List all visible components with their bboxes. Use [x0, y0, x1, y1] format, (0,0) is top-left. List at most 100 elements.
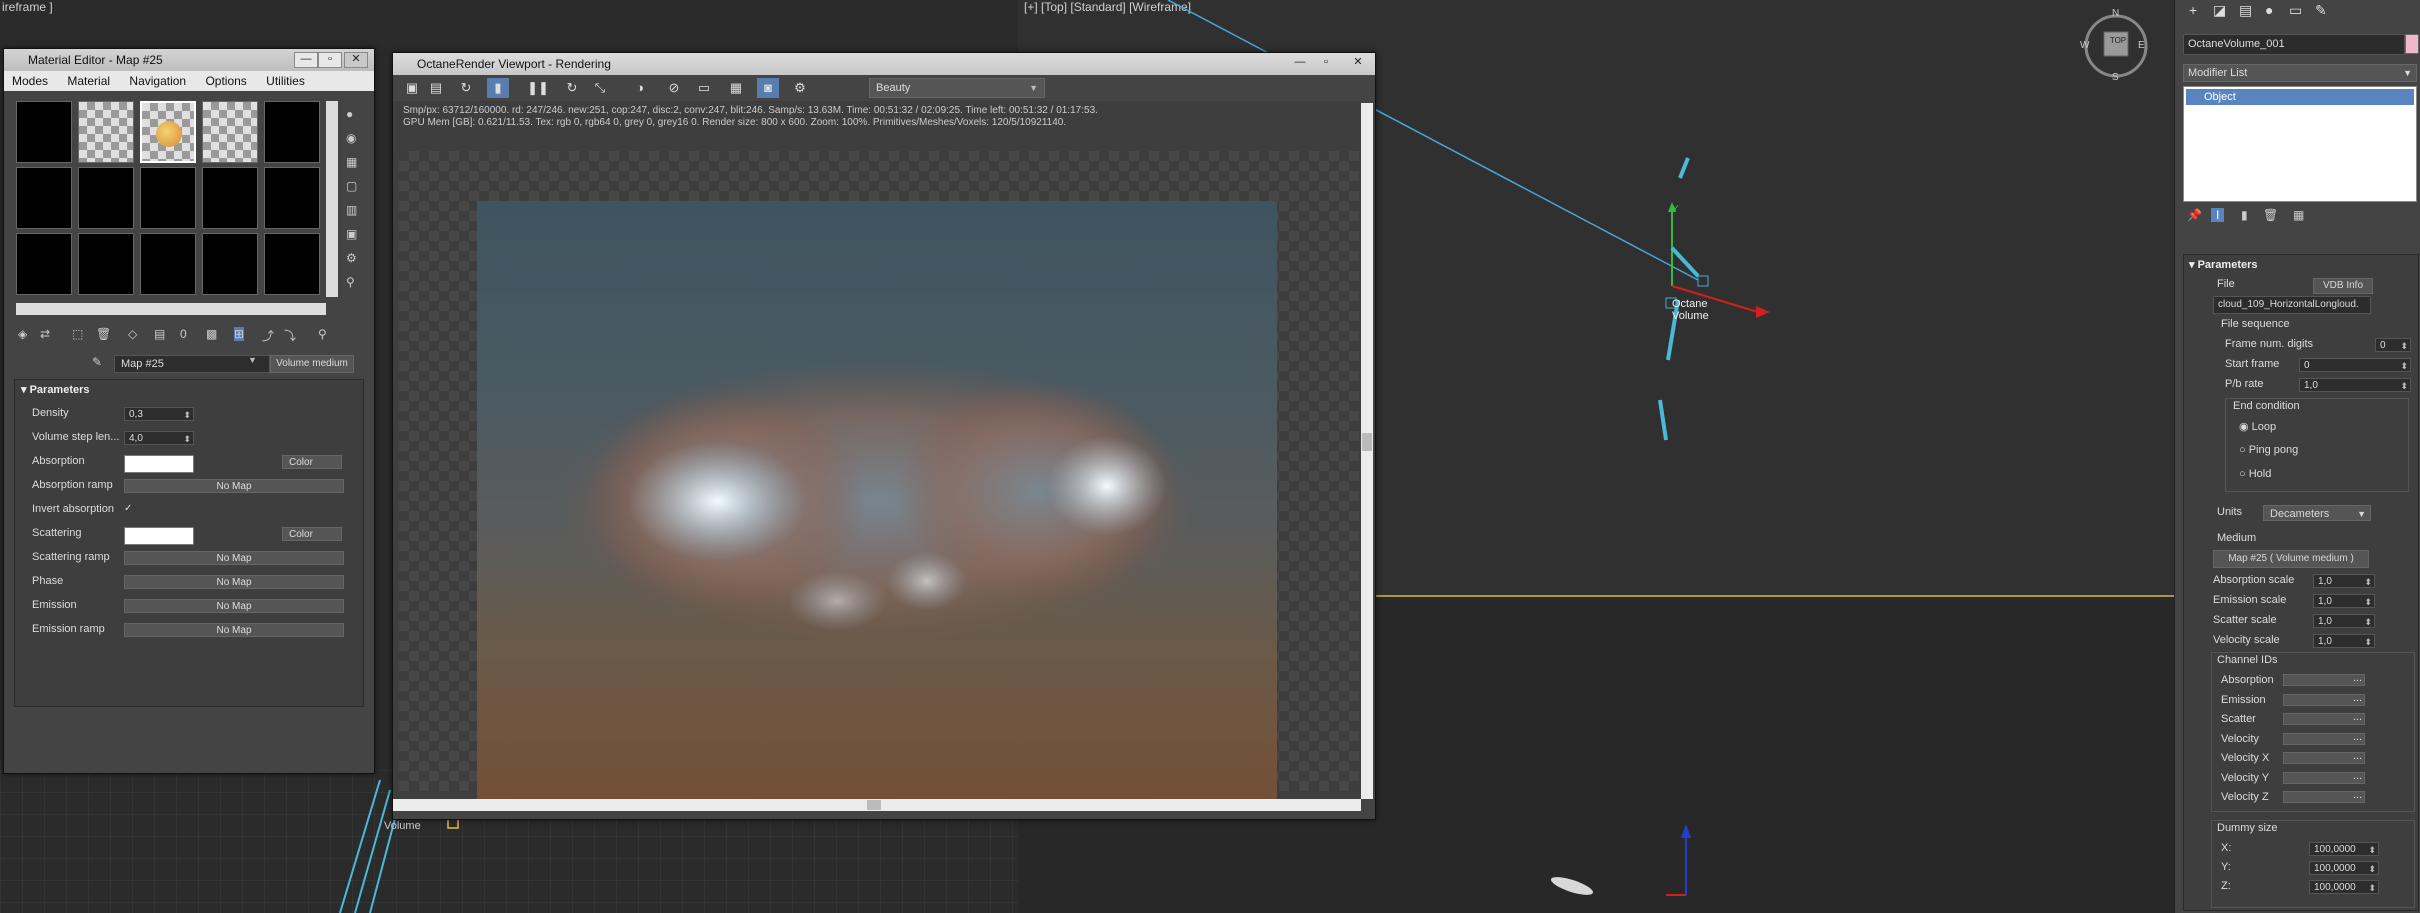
param-spinner[interactable]: 0,3 — [124, 407, 194, 422]
map-type-button[interactable]: Volume medium — [270, 355, 354, 373]
close-button[interactable]: ✕ — [344, 52, 368, 68]
background-icon[interactable]: ▦ — [346, 155, 357, 169]
put-to-scene-icon[interactable]: ⇄ — [40, 327, 50, 341]
sample-slot[interactable] — [78, 101, 134, 163]
channel-dropdown[interactable] — [2283, 711, 2365, 725]
octane-minimize-button[interactable]: — — [1289, 56, 1311, 70]
param-map-button[interactable]: No Map — [124, 575, 344, 589]
hold-radio[interactable]: ○ Hold — [2239, 468, 2271, 484]
slots-hscrollbar[interactable] — [16, 303, 326, 315]
sample-slot[interactable] — [264, 101, 320, 163]
modifier-stack[interactable]: Object — [2183, 86, 2417, 202]
sample-slot[interactable] — [78, 167, 134, 229]
menu-material[interactable]: Material — [59, 74, 118, 88]
channel-dropdown[interactable] — [2283, 731, 2365, 745]
make-preview-icon[interactable]: ▣ — [346, 227, 357, 241]
sample-slot[interactable] — [140, 233, 196, 295]
show-end-result-icon[interactable]: I — [2211, 208, 2225, 222]
sample-slot[interactable] — [202, 233, 258, 295]
param-color-mode-dropdown[interactable]: Color — [282, 455, 342, 469]
make-unique-icon[interactable]: ▮ — [2241, 208, 2248, 222]
param-color-mode-dropdown[interactable]: Color — [282, 527, 342, 541]
octane-restart-icon[interactable]: ↻ — [561, 78, 583, 98]
modifier-list-dropdown[interactable]: Modifier List ▼ — [2183, 64, 2417, 82]
octane-refresh-icon[interactable]: ↻ — [455, 78, 477, 98]
dummy-spinner[interactable]: 100,0000 — [2309, 880, 2379, 895]
assign-to-selection-icon[interactable]: ⬚ — [72, 327, 83, 341]
vdb-info-button[interactable]: VDB Info — [2313, 278, 2373, 294]
channel-dropdown[interactable] — [2283, 750, 2365, 764]
motion-tab-icon[interactable]: ● — [2265, 2, 2273, 18]
octane-settings-icon[interactable]: ⚙ — [789, 78, 811, 98]
parameters-rollout-title[interactable]: ▾ Parameters — [21, 383, 90, 396]
octane-close-button[interactable]: ✕ — [1347, 56, 1369, 70]
sample-slot[interactable] — [16, 101, 72, 163]
octane-material-icon[interactable]: ▦ — [725, 78, 747, 98]
show-shaded-icon[interactable]: ▩ — [206, 327, 217, 341]
octane-maximize-button[interactable]: ▫ — [1315, 56, 1337, 70]
scale-spinner[interactable]: 1,0 — [2313, 574, 2375, 589]
sample-slot[interactable] — [16, 167, 72, 229]
pin-stack-icon[interactable]: 📌 — [2187, 208, 2202, 222]
sample-slot[interactable] — [140, 167, 196, 229]
modify-tab-icon[interactable]: ◪ — [2213, 2, 2226, 19]
octane-display-icon[interactable]: ▭ — [693, 78, 715, 98]
scale-spinner[interactable]: 1,0 — [2313, 634, 2375, 649]
octane-vscroll-thumb[interactable] — [1362, 433, 1372, 451]
loop-radio[interactable]: ◉ Loop — [2239, 420, 2276, 436]
octane-hscroll-thumb[interactable] — [867, 800, 881, 810]
sample-slot[interactable] — [78, 233, 134, 295]
eyedropper-icon[interactable]: ✎ — [92, 355, 102, 369]
menu-utilities[interactable]: Utilities — [258, 74, 313, 88]
octane-focus-icon[interactable]: ⤡ — [589, 78, 611, 98]
slots-scrollbar[interactable] — [326, 101, 338, 297]
ping-pong-radio[interactable]: ○ Ping pong — [2239, 444, 2298, 460]
uv-tiling-icon[interactable]: ▢ — [346, 179, 357, 193]
configure-sets-icon[interactable]: ▦ — [2293, 208, 2304, 222]
sample-slot[interactable] — [264, 167, 320, 229]
menu-options[interactable]: Options — [197, 74, 254, 88]
octane-pause-icon[interactable]: ❚❚ — [527, 78, 549, 98]
param-color-swatch[interactable] — [124, 455, 194, 473]
scale-spinner[interactable]: 1,0 — [2313, 614, 2375, 629]
put-to-library-icon[interactable]: ▤ — [154, 327, 165, 341]
reset-map-icon[interactable]: 🗑 — [96, 327, 111, 341]
octane-clay-icon[interactable]: ▮ — [487, 78, 509, 98]
dummy-spinner[interactable]: 100,0000 — [2309, 861, 2379, 876]
param-map-button[interactable]: No Map — [124, 551, 344, 565]
sample-slot-active[interactable] — [140, 101, 196, 163]
menu-modes[interactable]: Modes — [4, 74, 56, 88]
material-editor-titlebar[interactable]: Material Editor - Map #25 — ▫ ✕ — [4, 49, 374, 71]
start-frame-spinner[interactable]: 0 — [2299, 358, 2411, 373]
go-forward-sibling-icon[interactable]: ⤵ — [284, 327, 296, 344]
octane-viewport-window[interactable]: OctaneRender Viewport - Rendering — ▫ ✕ … — [392, 52, 1376, 820]
octane-copy-icon[interactable]: ▤ — [425, 78, 447, 98]
param-map-button[interactable]: No Map — [124, 479, 344, 493]
pb-rate-spinner[interactable]: 1,0 — [2299, 378, 2411, 393]
octane-titlebar[interactable]: OctaneRender Viewport - Rendering — ▫ ✕ — [393, 53, 1375, 75]
maximize-button[interactable]: ▫ — [318, 52, 342, 68]
object-color-swatch[interactable] — [2405, 34, 2419, 54]
select-by-material-icon[interactable]: ⚲ — [346, 275, 355, 289]
options-icon[interactable]: ⚙ — [346, 251, 357, 265]
utilities-tab-icon[interactable]: ✎ — [2315, 2, 2327, 19]
pick-material-icon[interactable]: ⚲ — [318, 327, 327, 341]
octane-color-icon[interactable]: ◑ — [629, 78, 651, 98]
create-tab-icon[interactable]: + — [2189, 2, 2197, 18]
minimize-button[interactable]: — — [294, 52, 318, 68]
sample-slot[interactable] — [202, 101, 258, 163]
param-spinner[interactable]: 4,0 — [124, 431, 194, 446]
make-unique-icon[interactable]: ◇ — [128, 327, 137, 341]
dummy-spinner[interactable]: 100,0000 — [2309, 842, 2379, 857]
material-editor-window[interactable]: Material Editor - Map #25 — ▫ ✕ Modes Ma… — [3, 48, 375, 774]
map-name-dropdown-icon[interactable]: ▼ — [248, 355, 257, 365]
backlight-icon[interactable]: ◉ — [346, 131, 356, 145]
channel-dropdown[interactable] — [2283, 692, 2365, 706]
frame-digits-spinner[interactable]: 0 — [2375, 338, 2411, 353]
param-map-button[interactable]: No Map — [124, 599, 344, 613]
octane-render-area[interactable]: Smp/px: 63712/160000. rd: 247/246. new:2… — [393, 101, 1361, 801]
param-map-button[interactable]: No Map — [124, 623, 344, 637]
sample-slot[interactable] — [202, 167, 258, 229]
viewcube-top[interactable]: TOP — [2106, 36, 2130, 45]
medium-map-button[interactable]: Map #25 ( Volume medium ) — [2213, 550, 2369, 568]
